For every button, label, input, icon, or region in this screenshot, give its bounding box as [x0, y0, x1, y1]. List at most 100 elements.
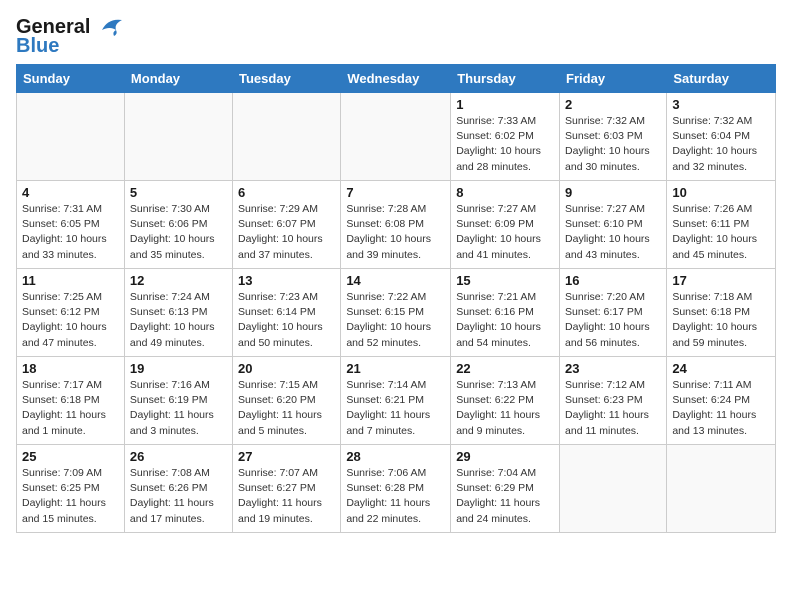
day-info: Sunrise: 7:27 AM Sunset: 6:10 PM Dayligh… [565, 202, 661, 263]
calendar-week-row: 4 Sunrise: 7:31 AM Sunset: 6:05 PM Daylig… [17, 181, 776, 269]
day-info: Sunrise: 7:28 AM Sunset: 6:08 PM Dayligh… [346, 202, 445, 263]
day-info: Sunrise: 7:33 AM Sunset: 6:02 PM Dayligh… [456, 114, 554, 175]
day-info: Sunrise: 7:11 AM Sunset: 6:24 PM Dayligh… [672, 378, 770, 439]
day-info: Sunrise: 7:25 AM Sunset: 6:12 PM Dayligh… [22, 290, 119, 351]
calendar-cell: 14 Sunrise: 7:22 AM Sunset: 6:15 PM Dayli… [341, 269, 451, 357]
calendar-cell: 29 Sunrise: 7:04 AM Sunset: 6:29 PM Dayli… [451, 445, 560, 533]
calendar-cell: 24 Sunrise: 7:11 AM Sunset: 6:24 PM Dayli… [667, 357, 776, 445]
calendar-cell: 10 Sunrise: 7:26 AM Sunset: 6:11 PM Dayli… [667, 181, 776, 269]
day-info: Sunrise: 7:26 AM Sunset: 6:11 PM Dayligh… [672, 202, 770, 263]
day-number: 2 [565, 97, 661, 112]
calendar-week-row: 25 Sunrise: 7:09 AM Sunset: 6:25 PM Dayli… [17, 445, 776, 533]
day-number: 15 [456, 273, 554, 288]
calendar-cell: 28 Sunrise: 7:06 AM Sunset: 6:28 PM Dayli… [341, 445, 451, 533]
calendar-cell [560, 445, 667, 533]
day-info: Sunrise: 7:32 AM Sunset: 6:04 PM Dayligh… [672, 114, 770, 175]
calendar-cell: 16 Sunrise: 7:20 AM Sunset: 6:17 PM Dayli… [560, 269, 667, 357]
day-number: 16 [565, 273, 661, 288]
calendar-cell: 26Sunrise: 7:08 AM Sunset: 6:26 PM Dayli… [124, 445, 232, 533]
day-info: Sunrise: 7:08 AM Sunset: 6:26 PM Dayligh… [130, 466, 227, 527]
calendar-cell: 1 Sunrise: 7:33 AM Sunset: 6:02 PM Daylig… [451, 93, 560, 181]
day-info: Sunrise: 7:29 AM Sunset: 6:07 PM Dayligh… [238, 202, 335, 263]
logo-text-blue: Blue [16, 36, 59, 56]
day-number: 7 [346, 185, 445, 200]
day-number: 12 [130, 273, 227, 288]
day-info: Sunrise: 7:06 AM Sunset: 6:28 PM Dayligh… [346, 466, 445, 527]
calendar-cell: 19 Sunrise: 7:16 AM Sunset: 6:19 PM Dayli… [124, 357, 232, 445]
calendar-cell: 18 Sunrise: 7:17 AM Sunset: 6:18 PM Dayli… [17, 357, 125, 445]
day-info: Sunrise: 7:27 AM Sunset: 6:09 PM Dayligh… [456, 202, 554, 263]
day-number: 8 [456, 185, 554, 200]
calendar-cell [341, 93, 451, 181]
calendar-cell: 21 Sunrise: 7:14 AM Sunset: 6:21 PM Dayli… [341, 357, 451, 445]
day-number: 22 [456, 361, 554, 376]
day-info: Sunrise: 7:12 AM Sunset: 6:23 PM Dayligh… [565, 378, 661, 439]
day-number: 10 [672, 185, 770, 200]
day-info: Sunrise: 7:23 AM Sunset: 6:14 PM Dayligh… [238, 290, 335, 351]
day-number: 14 [346, 273, 445, 288]
calendar-header-row: SundayMondayTuesdayWednesdayThursdayFrid… [17, 65, 776, 93]
day-info: Sunrise: 7:04 AM Sunset: 6:29 PM Dayligh… [456, 466, 554, 527]
day-number: 11 [22, 273, 119, 288]
day-info: Sunrise: 7:31 AM Sunset: 6:05 PM Dayligh… [22, 202, 119, 263]
logo-text-general: General [16, 17, 90, 37]
logo-bird-icon [94, 16, 124, 38]
day-number: 23 [565, 361, 661, 376]
calendar-cell: 13Sunrise: 7:23 AM Sunset: 6:14 PM Dayli… [233, 269, 341, 357]
day-of-week-header: Saturday [667, 65, 776, 93]
day-number: 9 [565, 185, 661, 200]
day-number: 29 [456, 449, 554, 464]
calendar-cell: 7 Sunrise: 7:28 AM Sunset: 6:08 PM Daylig… [341, 181, 451, 269]
day-number: 18 [22, 361, 119, 376]
day-number: 4 [22, 185, 119, 200]
day-number: 5 [130, 185, 227, 200]
day-of-week-header: Tuesday [233, 65, 341, 93]
day-number: 24 [672, 361, 770, 376]
day-info: Sunrise: 7:32 AM Sunset: 6:03 PM Dayligh… [565, 114, 661, 175]
day-of-week-header: Friday [560, 65, 667, 93]
day-info: Sunrise: 7:17 AM Sunset: 6:18 PM Dayligh… [22, 378, 119, 439]
calendar-cell: 22Sunrise: 7:13 AM Sunset: 6:22 PM Dayli… [451, 357, 560, 445]
calendar-cell: 3 Sunrise: 7:32 AM Sunset: 6:04 PM Daylig… [667, 93, 776, 181]
calendar-cell: 17Sunrise: 7:18 AM Sunset: 6:18 PM Dayli… [667, 269, 776, 357]
day-number: 6 [238, 185, 335, 200]
calendar-cell [667, 445, 776, 533]
day-number: 28 [346, 449, 445, 464]
calendar-cell: 8 Sunrise: 7:27 AM Sunset: 6:09 PM Daylig… [451, 181, 560, 269]
day-of-week-header: Monday [124, 65, 232, 93]
day-info: Sunrise: 7:15 AM Sunset: 6:20 PM Dayligh… [238, 378, 335, 439]
day-number: 19 [130, 361, 227, 376]
day-info: Sunrise: 7:14 AM Sunset: 6:21 PM Dayligh… [346, 378, 445, 439]
day-info: Sunrise: 7:22 AM Sunset: 6:15 PM Dayligh… [346, 290, 445, 351]
calendar-cell: 25 Sunrise: 7:09 AM Sunset: 6:25 PM Dayli… [17, 445, 125, 533]
day-number: 1 [456, 97, 554, 112]
day-info: Sunrise: 7:16 AM Sunset: 6:19 PM Dayligh… [130, 378, 227, 439]
calendar-cell: 20 Sunrise: 7:15 AM Sunset: 6:20 PM Dayli… [233, 357, 341, 445]
day-of-week-header: Sunday [17, 65, 125, 93]
day-info: Sunrise: 7:24 AM Sunset: 6:13 PM Dayligh… [130, 290, 227, 351]
calendar-week-row: 1 Sunrise: 7:33 AM Sunset: 6:02 PM Daylig… [17, 93, 776, 181]
calendar-week-row: 18 Sunrise: 7:17 AM Sunset: 6:18 PM Dayli… [17, 357, 776, 445]
day-number: 20 [238, 361, 335, 376]
day-of-week-header: Wednesday [341, 65, 451, 93]
day-info: Sunrise: 7:07 AM Sunset: 6:27 PM Dayligh… [238, 466, 335, 527]
calendar-cell: 15 Sunrise: 7:21 AM Sunset: 6:16 PM Dayli… [451, 269, 560, 357]
day-number: 25 [22, 449, 119, 464]
day-info: Sunrise: 7:18 AM Sunset: 6:18 PM Dayligh… [672, 290, 770, 351]
calendar-cell: 12 Sunrise: 7:24 AM Sunset: 6:13 PM Dayli… [124, 269, 232, 357]
day-info: Sunrise: 7:20 AM Sunset: 6:17 PM Dayligh… [565, 290, 661, 351]
page-header: General Blue [16, 16, 776, 56]
calendar-cell [124, 93, 232, 181]
logo: General Blue [16, 16, 124, 56]
day-info: Sunrise: 7:21 AM Sunset: 6:16 PM Dayligh… [456, 290, 554, 351]
calendar-cell: 4 Sunrise: 7:31 AM Sunset: 6:05 PM Daylig… [17, 181, 125, 269]
calendar-cell: 6 Sunrise: 7:29 AM Sunset: 6:07 PM Daylig… [233, 181, 341, 269]
day-info: Sunrise: 7:30 AM Sunset: 6:06 PM Dayligh… [130, 202, 227, 263]
calendar-cell: 9 Sunrise: 7:27 AM Sunset: 6:10 PM Daylig… [560, 181, 667, 269]
day-number: 21 [346, 361, 445, 376]
calendar-week-row: 11 Sunrise: 7:25 AM Sunset: 6:12 PM Dayli… [17, 269, 776, 357]
day-number: 3 [672, 97, 770, 112]
calendar-table: SundayMondayTuesdayWednesdayThursdayFrid… [16, 64, 776, 533]
day-info: Sunrise: 7:09 AM Sunset: 6:25 PM Dayligh… [22, 466, 119, 527]
day-number: 27 [238, 449, 335, 464]
